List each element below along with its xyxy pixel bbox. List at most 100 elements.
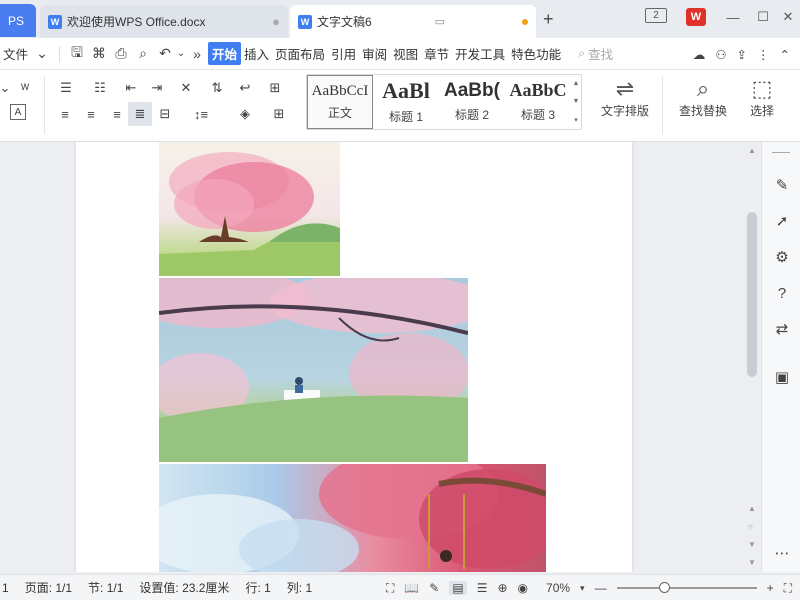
zoom-out-icon[interactable]: — bbox=[595, 581, 607, 595]
menu-developer[interactable]: 开发工具 bbox=[452, 44, 508, 63]
search-box[interactable]: ⌕ 查找 bbox=[578, 44, 613, 63]
menu-insert[interactable]: 插入 bbox=[241, 44, 272, 63]
status-col[interactable]: 列: 1 bbox=[287, 579, 312, 596]
minimize-button[interactable]: — bbox=[722, 6, 744, 28]
branch-bench-image[interactable] bbox=[159, 278, 468, 462]
more-options-icon[interactable]: ⋮ bbox=[757, 47, 770, 62]
phonetic-guide-icon[interactable]: ᵂ bbox=[12, 78, 38, 98]
zoom-slider-knob[interactable] bbox=[659, 582, 671, 593]
chinese-layout-icon[interactable]: ✕ bbox=[172, 78, 200, 98]
justify-icon[interactable]: ≣ bbox=[128, 102, 152, 126]
menu-special[interactable]: 特色功能 bbox=[508, 44, 564, 63]
swing-tree-image[interactable] bbox=[159, 464, 546, 572]
line-spacing-icon[interactable]: ↕≡ bbox=[186, 104, 216, 124]
zoom-level[interactable]: 70% bbox=[546, 581, 570, 595]
print-icon[interactable]: ⎙ bbox=[110, 43, 132, 65]
outline-view-icon[interactable]: ☰ bbox=[477, 581, 488, 595]
cloud-sync-icon[interactable]: ☁ bbox=[693, 47, 706, 62]
more-menus-button[interactable]: » bbox=[186, 43, 208, 65]
blossom-tree-image[interactable] bbox=[159, 142, 340, 276]
menu-file[interactable]: 文件 bbox=[0, 44, 31, 63]
settings-sliders-icon[interactable]: ⚙ bbox=[771, 246, 793, 268]
window-count-badge[interactable]: 2 bbox=[645, 8, 667, 23]
style-normal[interactable]: AaBbCcI 正文 bbox=[307, 75, 373, 129]
find-replace-button[interactable]: ⌕ 查找替换 bbox=[672, 76, 734, 119]
picture-icon[interactable]: ▣ bbox=[771, 366, 793, 388]
chevron-down-icon[interactable]: ⌄ bbox=[31, 43, 53, 65]
pointer-icon[interactable]: ➚ bbox=[771, 210, 793, 232]
page-view-icon[interactable]: ▤ bbox=[449, 581, 467, 595]
write-mode-icon[interactable]: ✎ bbox=[429, 581, 439, 595]
save-icon[interactable]: 🖫 bbox=[66, 43, 88, 65]
menu-references[interactable]: 引用 bbox=[328, 44, 359, 63]
menu-view[interactable]: 视图 bbox=[390, 44, 421, 63]
sidebar-handle[interactable] bbox=[772, 152, 790, 153]
select-button[interactable]: ⬚ 选择 bbox=[738, 76, 786, 119]
maximize-button[interactable]: ☐ bbox=[752, 6, 774, 28]
style-gallery-scroll[interactable]: ▲ ▼ ▾ bbox=[571, 75, 581, 129]
next-page-icon[interactable]: ▼ bbox=[748, 540, 756, 549]
status-page[interactable]: 页面: 1/1 bbox=[25, 579, 72, 596]
more-icon[interactable]: ⋯ bbox=[771, 542, 793, 564]
share-icon[interactable]: ⇪ bbox=[737, 47, 747, 62]
wps-logo-icon[interactable]: W bbox=[686, 8, 706, 26]
fit-window-icon[interactable]: ⛶ bbox=[784, 581, 792, 596]
scroll-down-icon[interactable]: ▼ bbox=[748, 558, 756, 567]
tab-close-icon[interactable]: ● bbox=[272, 14, 280, 29]
scroll-up-icon[interactable]: ▲ bbox=[748, 146, 756, 155]
tab-doc-welcome[interactable]: W 欢迎使用WPS Office.docx ● bbox=[40, 5, 288, 38]
chevron-down-icon[interactable]: ▼ bbox=[573, 98, 580, 105]
distribute-icon[interactable]: ⊟ bbox=[154, 104, 176, 124]
chevron-down-icon[interactable]: ⌄ bbox=[176, 43, 186, 65]
chevron-up-icon[interactable]: ▲ bbox=[573, 80, 580, 87]
collaborate-icon[interactable]: ⚇ bbox=[715, 47, 726, 62]
chevron-down-icon[interactable]: ⌄ bbox=[0, 78, 10, 98]
browse-object-icon[interactable]: ○ bbox=[748, 522, 753, 531]
eye-protection-icon[interactable]: ◉ bbox=[518, 581, 528, 595]
style-heading-2[interactable]: AaBb( 标题 2 bbox=[439, 75, 505, 129]
pen-icon[interactable]: ✎ bbox=[771, 174, 793, 196]
reading-mode-icon[interactable]: 📖 bbox=[404, 581, 419, 595]
menu-chapter[interactable]: 章节 bbox=[421, 44, 452, 63]
help-icon[interactable]: ? bbox=[771, 282, 793, 304]
web-view-icon[interactable]: ⊕ bbox=[497, 581, 507, 595]
tab-doc-current[interactable]: W 文字文稿6 ▭ bbox=[290, 5, 536, 38]
translate-icon[interactable]: ⇄ bbox=[771, 318, 793, 340]
align-left-icon[interactable]: ≡ bbox=[54, 104, 76, 124]
expand-gallery-icon[interactable]: ▾ bbox=[574, 116, 578, 124]
borders-icon[interactable]: ⊞ bbox=[264, 104, 294, 124]
decrease-indent-icon[interactable]: ⇤ bbox=[120, 78, 142, 98]
close-window-button[interactable]: ✕ bbox=[778, 6, 798, 28]
status-row[interactable]: 行: 1 bbox=[245, 579, 270, 596]
style-heading-3[interactable]: AaBbC 标题 3 bbox=[505, 75, 571, 129]
tab-wps-home[interactable]: PS bbox=[0, 4, 36, 37]
prev-page-icon[interactable]: ▲ bbox=[748, 504, 756, 513]
menu-page-layout[interactable]: 页面布局 bbox=[272, 44, 328, 63]
shading-icon[interactable]: ◈ bbox=[230, 104, 260, 124]
format-painter-icon[interactable]: ⌘ bbox=[88, 43, 110, 65]
undo-icon[interactable]: ↶ bbox=[154, 43, 176, 65]
zoom-slider[interactable] bbox=[616, 582, 757, 593]
bullet-list-icon[interactable]: ☰ bbox=[54, 78, 78, 98]
text-layout-button[interactable]: ⇌ 文字排版 bbox=[594, 76, 656, 119]
char-border-icon[interactable]: A bbox=[10, 104, 26, 120]
chevron-down-icon[interactable]: ▾ bbox=[580, 583, 585, 594]
monitor-icon[interactable]: ▭ bbox=[435, 15, 445, 28]
zoom-in-icon[interactable]: + bbox=[767, 581, 774, 595]
fullscreen-icon[interactable]: ⛶ bbox=[386, 581, 394, 596]
status-page-number[interactable]: 1 bbox=[2, 581, 9, 595]
tab-ruler-icon[interactable]: ⊞ bbox=[264, 78, 286, 98]
status-section[interactable]: 节: 1/1 bbox=[88, 579, 123, 596]
align-right-icon[interactable]: ≡ bbox=[106, 104, 128, 124]
wrap-line-icon[interactable]: ↩ bbox=[232, 78, 258, 98]
menu-review[interactable]: 审阅 bbox=[359, 44, 390, 63]
new-tab-button[interactable]: + bbox=[543, 9, 554, 30]
vertical-scrollbar[interactable]: ▲ ▲ ○ ▼ ▼ bbox=[745, 142, 759, 572]
align-center-icon[interactable]: ≡ bbox=[80, 104, 102, 124]
collapse-ribbon-icon[interactable]: ⌃ bbox=[780, 47, 790, 62]
print-preview-icon[interactable]: ⌕ bbox=[132, 43, 154, 65]
numbered-list-icon[interactable]: ☷ bbox=[88, 78, 112, 98]
text-direction-icon[interactable]: ⇅ bbox=[206, 78, 228, 98]
status-setting[interactable]: 设置值: 23.2厘米 bbox=[139, 579, 229, 596]
menu-home[interactable]: 开始 bbox=[208, 42, 242, 65]
